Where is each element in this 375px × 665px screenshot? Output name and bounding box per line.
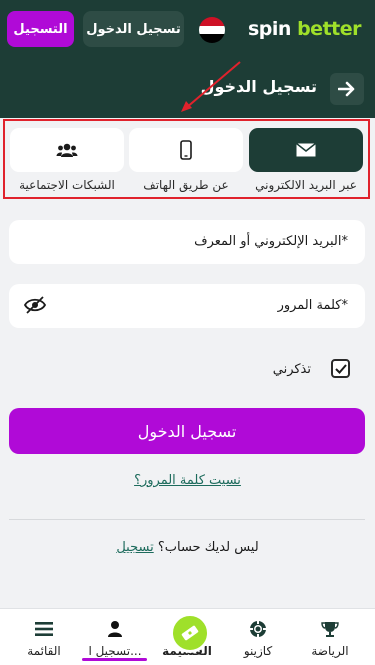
tab-social[interactable] — [10, 128, 124, 172]
ticket-icon — [181, 625, 199, 641]
no-account-row: ليس لديك حساب؟ تسجيل — [0, 540, 375, 555]
annotation-arrow-icon — [181, 61, 241, 112]
nav-login[interactable]: تسجيل ا... — [80, 609, 150, 665]
user-icon — [108, 621, 122, 637]
nav-menu-label: القائمة — [27, 644, 61, 658]
nav-sports[interactable]: الرياضة — [295, 609, 365, 665]
divider — [9, 519, 365, 520]
casino-chip-icon — [250, 621, 266, 637]
nav-active-indicator — [82, 658, 147, 661]
envelope-icon — [296, 143, 316, 157]
checkmark-icon — [334, 363, 347, 374]
nav-menu[interactable]: القائمة — [9, 609, 79, 665]
forgot-password-link[interactable]: نسيت كلمة المرور؟ — [0, 473, 375, 488]
users-icon — [56, 143, 78, 157]
betslip-ticket-button[interactable] — [170, 613, 210, 653]
eye-slash-icon[interactable] — [24, 296, 46, 314]
remember-me-label[interactable]: تذكرني — [273, 362, 311, 377]
tab-phone-label[interactable]: عن طريق الهاتف — [125, 178, 247, 192]
nav-sports-label: الرياضة — [311, 644, 349, 658]
nav-casino-label: كازينو — [243, 644, 273, 658]
tab-email[interactable] — [249, 128, 363, 172]
login-submit-button[interactable]: تسجيل الدخول — [9, 408, 365, 454]
phone-icon — [180, 140, 192, 160]
nav-login-label: تسجيل ا... — [88, 644, 142, 658]
register-link[interactable]: تسجيل — [116, 540, 153, 555]
login-method-tabs: عبر البريد الالكتروني عن طريق الهاتف الش… — [3, 119, 370, 199]
tab-phone[interactable] — [129, 128, 243, 172]
trophy-icon — [321, 622, 339, 637]
password-field-label: كلمة المرور* — [277, 298, 348, 313]
email-field-label: البريد الإلكتروني أو المعرف* — [194, 234, 348, 249]
tab-email-label[interactable]: عبر البريد الالكتروني — [245, 178, 367, 192]
menu-icon — [35, 622, 53, 636]
no-account-text: ليس لديك حساب؟ — [157, 540, 259, 555]
nav-casino[interactable]: كازينو — [223, 609, 293, 665]
tab-social-label[interactable]: الشبكات الاجتماعية — [6, 178, 128, 192]
password-field[interactable]: كلمة المرور* — [9, 284, 365, 328]
remember-me-checkbox[interactable] — [331, 359, 350, 378]
email-field[interactable]: البريد الإلكتروني أو المعرف* — [9, 220, 365, 264]
